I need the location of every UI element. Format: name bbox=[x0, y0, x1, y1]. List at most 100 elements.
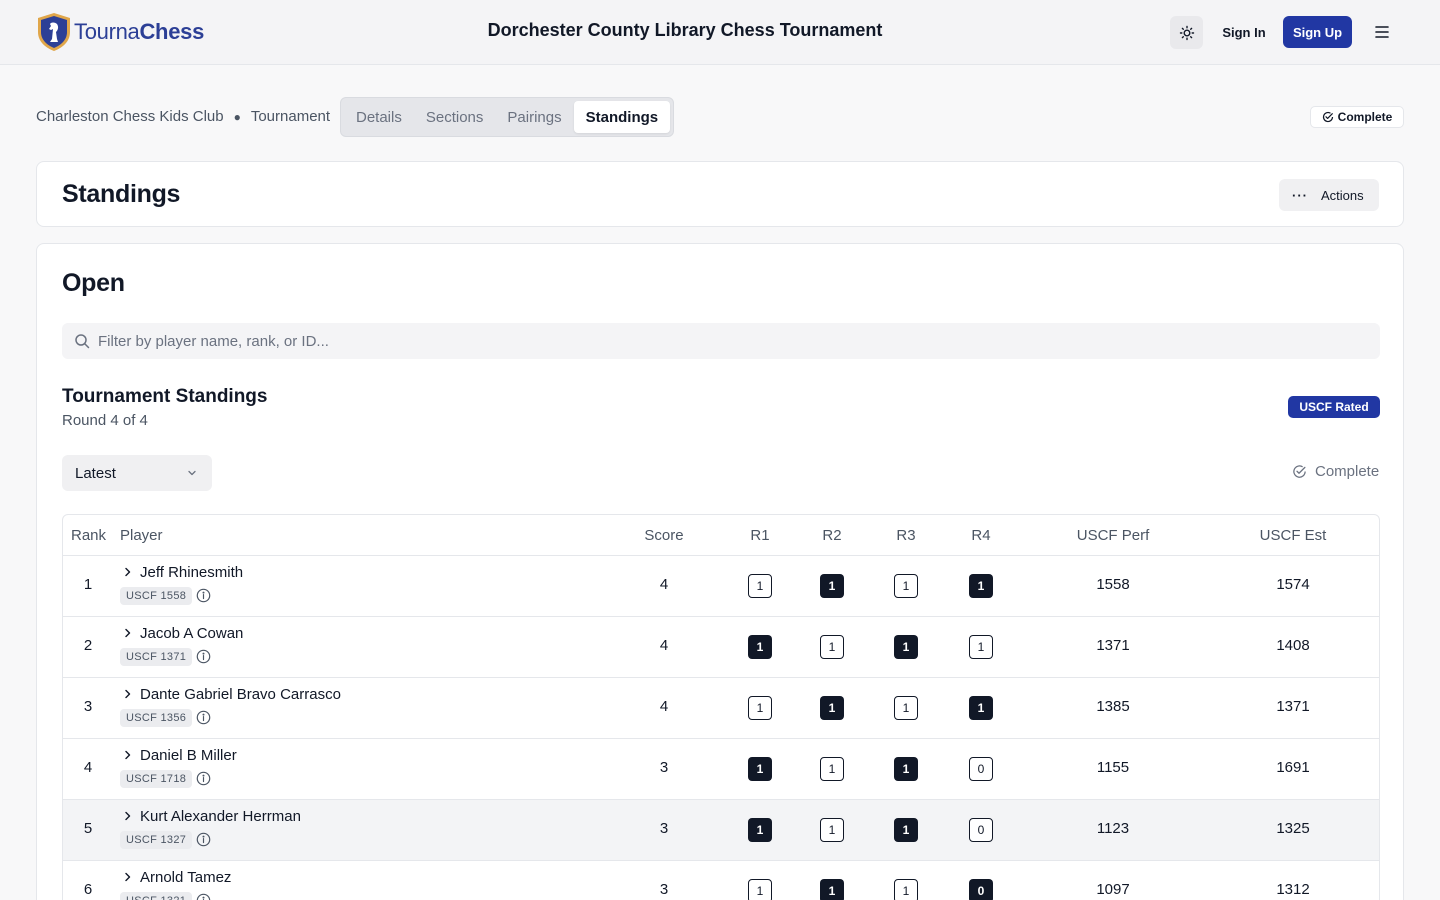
table-row[interactable]: 6 Arnold Tamez USCF 1321 3 1 1 1 0 1097 1312 bbox=[63, 861, 1379, 900]
round-result-r4[interactable]: 0 bbox=[969, 879, 993, 900]
round-result-r1[interactable]: 1 bbox=[748, 635, 772, 659]
table-row[interactable]: 2 Jacob A Cowan USCF 1371 4 1 1 1 1 1371 1408 bbox=[63, 617, 1379, 678]
ellipsis-icon: ··· bbox=[1292, 187, 1308, 203]
column-header-rank[interactable]: Rank bbox=[71, 515, 106, 556]
chevron-right-icon[interactable] bbox=[121, 687, 135, 701]
chevron-right-icon[interactable] bbox=[121, 626, 135, 640]
player-name[interactable]: Arnold Tamez bbox=[140, 869, 231, 886]
chevron-right-icon[interactable] bbox=[121, 809, 135, 823]
column-header-uscf-est[interactable]: USCF Est bbox=[1213, 515, 1373, 556]
column-header-player[interactable]: Player bbox=[120, 515, 163, 556]
standings-header-card: Standings ··· Actions bbox=[36, 161, 1404, 227]
standings-table-title: Tournament Standings bbox=[62, 386, 268, 407]
round-result-r4[interactable]: 0 bbox=[969, 818, 993, 842]
player-name[interactable]: Daniel B Miller bbox=[140, 747, 237, 764]
round-result-r2[interactable]: 1 bbox=[820, 757, 844, 781]
column-header-r2[interactable]: R2 bbox=[807, 515, 857, 556]
table-header: Rank Player Score R1 R2 R3 R4 USCF Perf … bbox=[63, 515, 1379, 556]
tab-standings[interactable]: Standings bbox=[573, 101, 671, 133]
page-title: Standings bbox=[62, 180, 181, 208]
uscf-rating-badge: USCF 1371 bbox=[120, 648, 193, 666]
info-icon[interactable] bbox=[196, 588, 211, 603]
round-result-r1[interactable]: 1 bbox=[748, 818, 772, 842]
column-header-uscf-perf[interactable]: USCF Perf bbox=[1033, 515, 1193, 556]
info-icon[interactable] bbox=[196, 832, 211, 847]
search-icon bbox=[75, 334, 90, 349]
breadcrumb-separator: ● bbox=[233, 109, 241, 124]
theme-toggle-button[interactable] bbox=[1170, 16, 1203, 49]
info-icon[interactable] bbox=[196, 710, 211, 725]
table-row[interactable]: 3 Dante Gabriel Bravo Carrasco USCF 1356 4 1… bbox=[63, 678, 1379, 739]
round-result-r3[interactable]: 1 bbox=[894, 696, 918, 720]
player-name[interactable]: Kurt Alexander Herrman bbox=[140, 808, 301, 825]
round-result-r3[interactable]: 1 bbox=[894, 757, 918, 781]
round-result-r1[interactable]: 1 bbox=[748, 879, 772, 900]
uscf-perf-cell: 1385 bbox=[1096, 698, 1130, 715]
round-result-r4[interactable]: 1 bbox=[969, 635, 993, 659]
round-result-r2[interactable]: 1 bbox=[820, 574, 844, 598]
score-cell: 3 bbox=[659, 759, 669, 776]
tab-sections[interactable]: Sections bbox=[414, 101, 496, 133]
round-indicator: Round 4 of 4 bbox=[62, 412, 148, 429]
round-result-r2[interactable]: 1 bbox=[820, 696, 844, 720]
uscf-rating-badge: USCF 1327 bbox=[120, 831, 193, 849]
tab-details[interactable]: Details bbox=[344, 101, 414, 133]
info-icon[interactable] bbox=[196, 649, 211, 664]
breadcrumb-item-club[interactable]: Charleston Chess Kids Club bbox=[36, 108, 224, 125]
tournament-title: Dorchester County Library Chess Tourname… bbox=[487, 20, 883, 40]
rank-cell: 3 bbox=[83, 698, 93, 715]
round-result-r4[interactable]: 0 bbox=[969, 757, 993, 781]
chevron-right-icon[interactable] bbox=[121, 565, 135, 579]
round-result-r2[interactable]: 1 bbox=[820, 879, 844, 900]
round-result-r1[interactable]: 1 bbox=[748, 757, 772, 781]
round-result-r4[interactable]: 1 bbox=[969, 574, 993, 598]
column-header-score[interactable]: Score bbox=[624, 515, 704, 556]
uscf-est-cell: 1408 bbox=[1276, 637, 1310, 654]
round-result-r1[interactable]: 1 bbox=[748, 574, 772, 598]
breadcrumb: Charleston Chess Kids Club ● Tournament bbox=[36, 108, 330, 125]
round-result-r3[interactable]: 1 bbox=[894, 574, 918, 598]
uscf-est-cell: 1312 bbox=[1276, 881, 1310, 898]
sign-up-button[interactable]: Sign Up bbox=[1283, 16, 1352, 48]
table-row[interactable]: 1 Jeff Rhinesmith USCF 1558 4 1 1 1 1 1558 1574 bbox=[63, 556, 1379, 617]
column-header-r4[interactable]: R4 bbox=[956, 515, 1006, 556]
uscf-rating-badge: USCF 1356 bbox=[120, 709, 193, 727]
round-result-r2[interactable]: 1 bbox=[820, 818, 844, 842]
round-result-r1[interactable]: 1 bbox=[748, 696, 772, 720]
player-name[interactable]: Jeff Rhinesmith bbox=[140, 564, 243, 581]
chevron-right-icon[interactable] bbox=[121, 870, 135, 884]
uscf-rating-badge: USCF 1718 bbox=[120, 770, 193, 788]
round-select[interactable]: Latest bbox=[62, 455, 212, 491]
filter-bar bbox=[62, 323, 1380, 359]
player-name[interactable]: Jacob A Cowan bbox=[140, 625, 243, 642]
table-row[interactable]: 4 Daniel B Miller USCF 1718 3 1 1 1 0 1155 1691 bbox=[63, 739, 1379, 800]
round-result-r3[interactable]: 1 bbox=[894, 879, 918, 900]
info-icon[interactable] bbox=[196, 771, 211, 786]
sun-icon bbox=[1179, 25, 1194, 40]
uscf-rating-badge: USCF 1321 bbox=[120, 892, 193, 900]
rank-cell: 2 bbox=[83, 637, 93, 654]
column-header-r1[interactable]: R1 bbox=[735, 515, 785, 556]
player-name[interactable]: Dante Gabriel Bravo Carrasco bbox=[140, 686, 341, 703]
round-result-r4[interactable]: 1 bbox=[969, 696, 993, 720]
tab-pairings[interactable]: Pairings bbox=[495, 101, 573, 133]
breadcrumb-item-tournament[interactable]: Tournament bbox=[251, 108, 330, 125]
actions-button[interactable]: ··· Actions bbox=[1279, 179, 1379, 211]
status-badge: Complete bbox=[1310, 106, 1404, 128]
filter-input[interactable] bbox=[98, 332, 1298, 350]
column-header-r3[interactable]: R3 bbox=[881, 515, 931, 556]
chevron-right-icon[interactable] bbox=[121, 748, 135, 762]
sign-in-button[interactable]: Sign In bbox=[1212, 16, 1276, 48]
uscf-perf-cell: 1155 bbox=[1096, 759, 1130, 776]
uscf-est-cell: 1371 bbox=[1276, 698, 1310, 715]
rank-cell: 6 bbox=[83, 881, 93, 898]
tab-bar: Details Sections Pairings Standings bbox=[340, 97, 675, 137]
check-circle-icon bbox=[1293, 465, 1306, 478]
round-select-value: Latest bbox=[75, 464, 116, 482]
round-result-r2[interactable]: 1 bbox=[820, 635, 844, 659]
menu-button[interactable] bbox=[1370, 20, 1394, 44]
round-result-r3[interactable]: 1 bbox=[894, 818, 918, 842]
info-icon[interactable] bbox=[196, 893, 211, 900]
table-row[interactable]: 5 Kurt Alexander Herrman USCF 1327 3 1 1 1 0 112… bbox=[63, 800, 1379, 861]
round-result-r3[interactable]: 1 bbox=[894, 635, 918, 659]
